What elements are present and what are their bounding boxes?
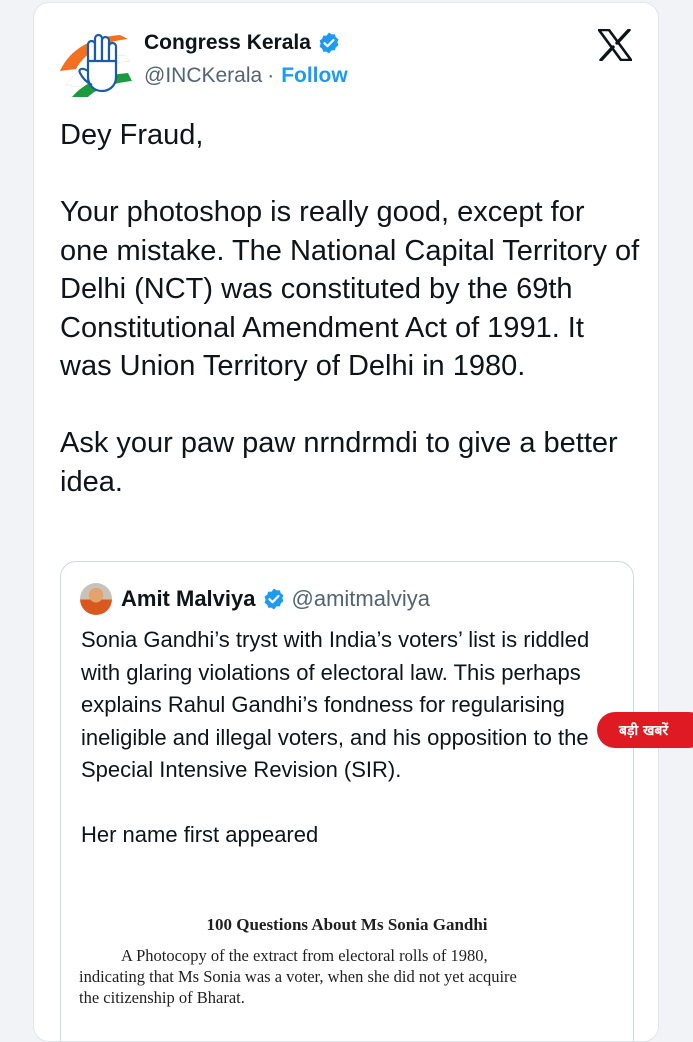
document-body: A Photocopy of the extract from electora… [79, 945, 619, 1008]
x-logo-icon[interactable] [598, 29, 632, 61]
verified-badge-icon [264, 588, 283, 610]
verified-badge-icon [319, 32, 339, 54]
separator-dot: · [267, 64, 275, 87]
document-line: the citizenship of Bharat. [79, 988, 245, 1007]
tweet-text: Dey Fraud, Your photoshop is really good… [60, 119, 640, 498]
quote-text: Sonia Gandhi’s tryst with India’s voters… [81, 627, 590, 847]
quote-author-handle[interactable]: @amitmalviya [292, 586, 430, 612]
document-title: 100 Questions About Ms Sonia Gandhi [206, 915, 488, 934]
author-handle[interactable]: @INCKerala [144, 64, 262, 88]
author-name-row: Congress Kerala [144, 31, 341, 55]
document-line: indicating that Ms Sonia was a voter, wh… [79, 967, 517, 986]
breaking-news-badge[interactable]: बड़ी खबरें [597, 712, 693, 748]
tweet-header: Congress Kerala @INCKerala · Follow [34, 3, 658, 103]
quote-author-name[interactable]: Amit Malviya [121, 586, 256, 612]
document-line: A Photocopy of the extract from electora… [121, 946, 488, 965]
congress-hand-logo[interactable] [58, 27, 134, 97]
tweet-card[interactable]: Congress Kerala @INCKerala · Follow Dey … [33, 2, 659, 1042]
follow-button[interactable]: Follow [281, 64, 348, 88]
quote-document-image[interactable]: 100 Questions About Ms Sonia Gandhi A Ph… [61, 907, 633, 1041]
quote-avatar[interactable] [80, 583, 112, 615]
author-handle-row: @INCKerala · Follow [144, 64, 348, 88]
quoted-tweet[interactable]: Amit Malviya @amitmalviya Sonia Gandhi’s… [60, 561, 634, 1041]
author-name[interactable]: Congress Kerala [144, 31, 311, 55]
quote-author-row: Amit Malviya @amitmalviya [121, 586, 430, 612]
